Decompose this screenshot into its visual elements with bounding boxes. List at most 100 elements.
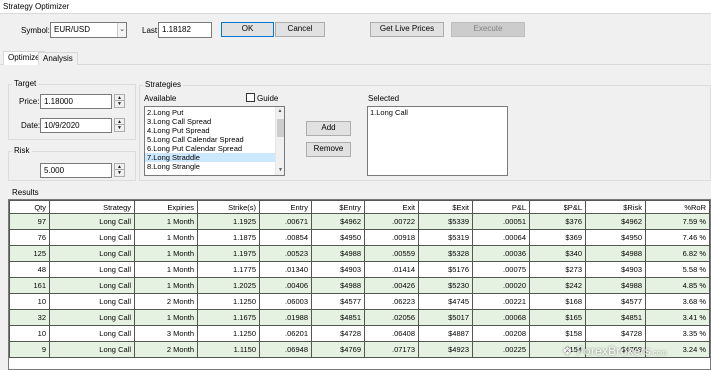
last-price-field[interactable]: 1.18182 [158, 22, 212, 38]
table-cell: 3.41 % [645, 309, 710, 326]
column-header[interactable]: P&L [472, 200, 530, 214]
table-cell: 1.1675 [197, 309, 260, 326]
table-row[interactable]: 10 Long Call 2 Month 1.1250.06003 $4577.0622… [9, 293, 710, 310]
table-cell: 2 Month [134, 293, 198, 310]
table-row[interactable]: 76 Long Call 1 Month 1.1875.00854 $4950.0091… [9, 229, 710, 246]
table-cell: 161 [9, 277, 50, 294]
table-cell: $5328 [418, 245, 473, 262]
table-cell: $242 [529, 277, 586, 294]
date-spinner[interactable]: ▲ ▼ [114, 118, 125, 132]
available-strategy-item[interactable]: 5.Long Call Calendar Spread [145, 135, 276, 144]
forexbrokers-watermark: ❖ ForexBrokers.com [562, 344, 667, 358]
strategies-group-label: Strategies [143, 80, 184, 89]
table-cell: .00051 [472, 213, 530, 230]
table-row[interactable]: 32 Long Call 1 Month 1.1675.01988 $4851.0205… [9, 309, 710, 326]
table-row[interactable]: 97 Long Call 1 Month 1.1925.00671 $4962.0072… [9, 213, 710, 230]
scroll-up-icon[interactable]: ▲ [276, 107, 284, 116]
column-header[interactable]: Expiries [134, 200, 198, 214]
table-cell: .00406 [259, 277, 312, 294]
get-live-prices-button[interactable]: Get Live Prices [370, 22, 444, 37]
table-row[interactable]: 161 Long Call 1 Month 1.2025.00406 $4988.004… [9, 277, 710, 294]
selected-strategies-list[interactable]: 1.Long Call [367, 106, 508, 176]
available-strategy-item[interactable]: 6.Long Put Calendar Spread [145, 144, 276, 153]
column-header[interactable]: Strike(s) [197, 200, 260, 214]
selected-label: Selected [368, 94, 400, 103]
date-label: Date: [21, 121, 41, 130]
table-cell: $4962 [585, 213, 646, 230]
table-row[interactable]: 125 Long Call 1 Month 1.1975.00523 $4988.005… [9, 245, 710, 262]
scroll-thumb[interactable] [277, 119, 284, 137]
table-cell: 5.58 % [645, 261, 710, 278]
column-header[interactable]: %RoR [645, 200, 710, 214]
cancel-button[interactable]: Cancel [275, 22, 325, 37]
spin-down-icon[interactable]: ▼ [115, 101, 124, 107]
risk-spinner[interactable]: ▲ ▼ [114, 163, 125, 177]
table-cell: 7.46 % [645, 229, 710, 246]
available-strategy-item[interactable]: 3.Long Call Spread [145, 117, 276, 126]
table-cell: $4950 [585, 229, 646, 246]
table-cell: Long Call [49, 229, 135, 246]
table-cell: 1 Month [134, 277, 198, 294]
guide-label: Guide [257, 94, 279, 103]
table-cell: 1.1250 [197, 325, 260, 342]
table-cell: $4950 [311, 229, 365, 246]
column-header[interactable]: $Entry [311, 200, 365, 214]
table-cell: 1.1875 [197, 229, 260, 246]
table-cell: .00064 [472, 229, 530, 246]
selected-strategy-item[interactable]: 1.Long Call [368, 108, 507, 117]
table-cell: 3.35 % [645, 325, 710, 342]
available-strategy-item[interactable]: 8.Long Strangle [145, 162, 276, 171]
table-cell: 1.1925 [197, 213, 260, 230]
target-price-field[interactable]: 1.18000 [40, 94, 112, 109]
available-strategy-item[interactable]: 7.Long Straddle [145, 153, 276, 162]
column-header[interactable]: Qty [9, 200, 50, 214]
table-cell: 1 Month [134, 309, 198, 326]
scroll-down-icon[interactable]: ▼ [276, 166, 284, 175]
available-strategies-list[interactable]: 2.Long Put 3.Long Call Spread 4.Long Put S… [144, 106, 285, 176]
column-header[interactable]: $Risk [585, 200, 646, 214]
column-header[interactable]: Entry [259, 200, 312, 214]
column-header[interactable]: Exit [364, 200, 419, 214]
add-strategy-button[interactable]: Add [306, 121, 351, 136]
table-cell: .00559 [364, 245, 419, 262]
symbol-combo[interactable]: EUR/USD ⌄ [50, 22, 127, 38]
chevron-down-icon[interactable]: ⌄ [117, 23, 126, 37]
available-strategy-item[interactable]: 2.Long Put [145, 108, 276, 117]
available-label: Available [144, 94, 177, 103]
price-spinner[interactable]: ▲ ▼ [114, 94, 125, 108]
table-cell: 76 [9, 229, 50, 246]
table-cell: .00918 [364, 229, 419, 246]
table-cell: .00426 [364, 277, 419, 294]
available-strategy-item[interactable]: 4.Long Put Spread [145, 126, 276, 135]
table-cell: 9 [9, 341, 50, 358]
table-cell: 1 Month [134, 245, 198, 262]
table-cell: .02056 [364, 309, 419, 326]
watermark-text: ForexBrokers [576, 344, 651, 358]
table-cell: .01988 [259, 309, 312, 326]
table-cell: 6.82 % [645, 245, 710, 262]
column-header[interactable]: $P&L [529, 200, 586, 214]
table-row[interactable]: 48 Long Call 1 Month 1.1775.01340 $4903.0141… [9, 261, 710, 278]
table-cell: $5017 [418, 309, 473, 326]
results-group-label: Results [12, 188, 39, 197]
table-cell: .00854 [259, 229, 312, 246]
table-cell: $4728 [311, 325, 365, 342]
guide-checkbox[interactable] [246, 93, 255, 102]
table-row[interactable]: 10 Long Call 3 Month 1.1250.06201 $4728.0640… [9, 325, 710, 342]
ok-button[interactable]: OK [221, 22, 274, 37]
available-scrollbar[interactable]: ▲ ▼ [275, 107, 284, 175]
table-cell: $4988 [585, 245, 646, 262]
remove-strategy-button[interactable]: Remove [306, 142, 351, 157]
table-cell: 10 [9, 325, 50, 342]
table-cell: 1.1975 [197, 245, 260, 262]
table-cell: 1 Month [134, 261, 198, 278]
table-cell: $5319 [418, 229, 473, 246]
column-header[interactable]: $Exit [418, 200, 473, 214]
spin-down-icon[interactable]: ▼ [115, 170, 124, 176]
column-header[interactable]: Strategy [49, 200, 135, 214]
spin-down-icon[interactable]: ▼ [115, 125, 124, 131]
tab-analysis[interactable]: Analysis [38, 52, 78, 65]
table-cell: 1.1775 [197, 261, 260, 278]
risk-field[interactable]: 5.000 [40, 163, 112, 178]
target-date-field[interactable]: 10/9/2020 [40, 118, 112, 133]
